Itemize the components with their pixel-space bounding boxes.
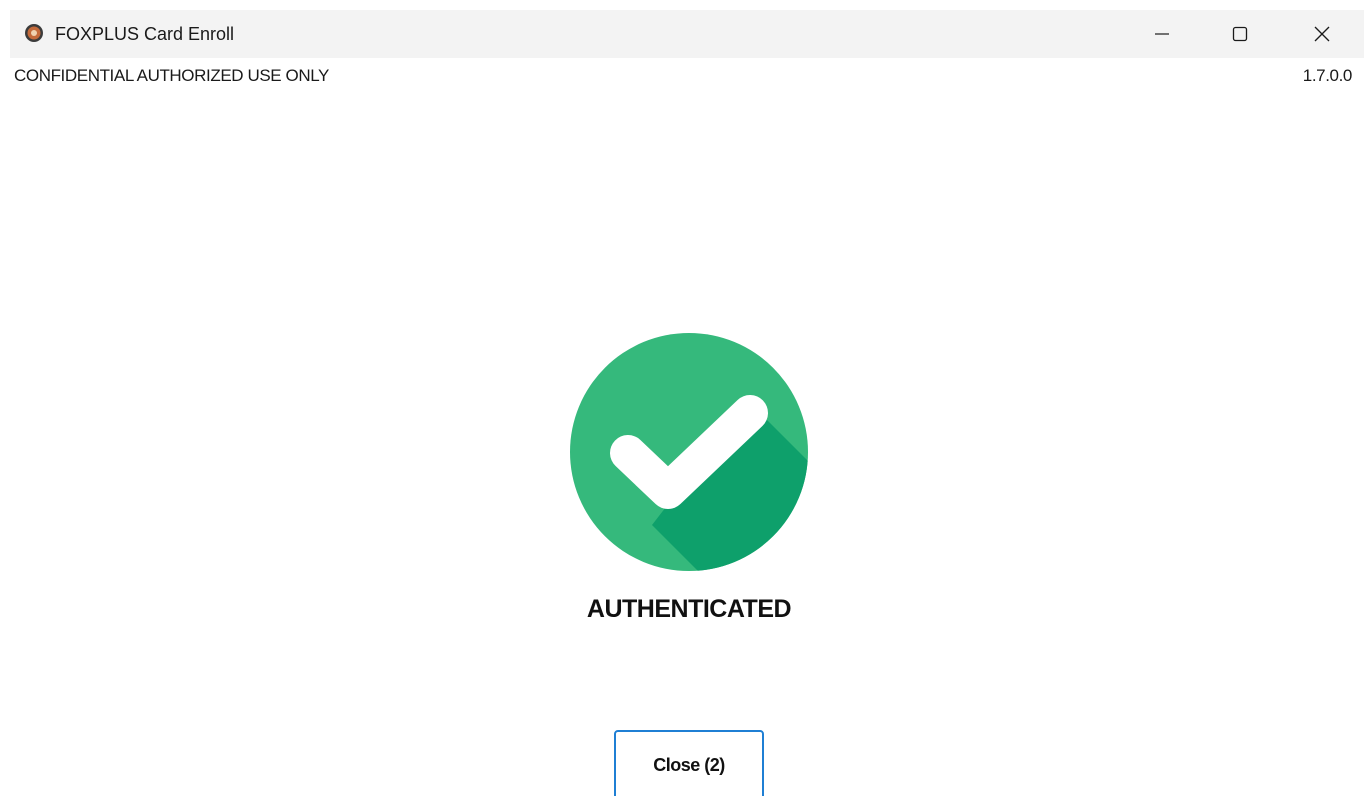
minimize-button[interactable] (1134, 10, 1190, 58)
maximize-button[interactable] (1212, 10, 1268, 58)
close-icon (1314, 26, 1330, 42)
close-button[interactable]: Close (2) (614, 730, 764, 796)
maximize-icon (1232, 26, 1248, 42)
authentication-status: AUTHENTICATED (586, 595, 792, 623)
version-label: 1.7.0.0 (1302, 66, 1353, 85)
window-title: FOXPLUS Card Enroll (55, 24, 235, 44)
close-button-label: Close (2) (653, 754, 725, 775)
app-window: FOXPLUS Card Enroll CONFIDENTIAL AUTHORI… (0, 0, 1364, 796)
confidential-notice: CONFIDENTIAL AUTHORIZED USE ONLY (14, 66, 329, 85)
title-bar[interactable]: FOXPLUS Card Enroll (10, 10, 1364, 58)
minimize-icon (1154, 26, 1170, 42)
foxplus-app-icon (24, 23, 44, 43)
close-window-button[interactable] (1294, 10, 1350, 58)
check-circle-icon (570, 333, 808, 571)
